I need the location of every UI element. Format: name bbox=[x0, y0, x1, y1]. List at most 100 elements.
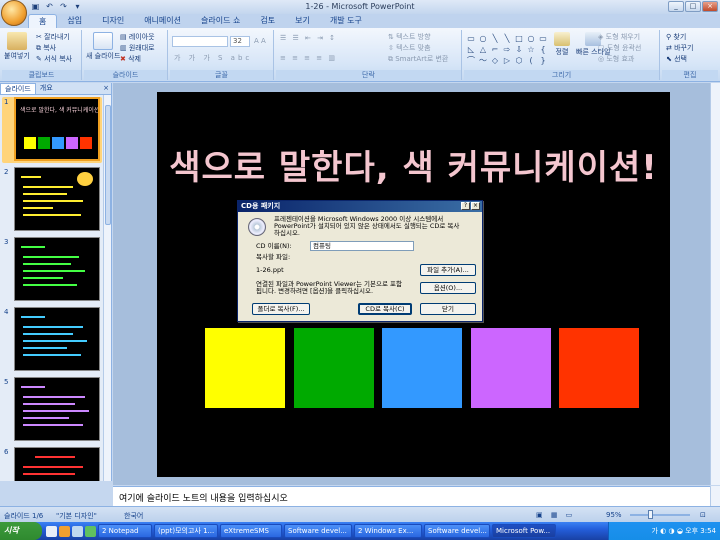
slide-thumbnail-1[interactable]: 1 색으로 말한다, 색 커뮤니케이션! bbox=[2, 97, 102, 163]
cd-name-input[interactable]: 컴퓨팅 bbox=[310, 241, 414, 251]
replace-button[interactable]: ⇄ 바꾸기 bbox=[666, 44, 693, 53]
tray-icons[interactable]: ◐ ◑ ◒ bbox=[660, 527, 685, 535]
tab-slideshow[interactable]: 슬라이드 쇼 bbox=[191, 14, 250, 28]
dialog-close-text-button[interactable]: 닫기 bbox=[420, 303, 476, 315]
browser-icon[interactable] bbox=[59, 525, 70, 537]
taskbar-item-notepad[interactable]: 2 Notepad bbox=[98, 524, 152, 538]
yellow-square[interactable] bbox=[205, 328, 285, 408]
app-icon[interactable] bbox=[85, 525, 96, 537]
find-button[interactable]: ⚲ 찾기 bbox=[666, 33, 686, 42]
reset-icon: ▥ bbox=[120, 44, 127, 52]
layout-button[interactable]: ▤ 레이아웃 bbox=[120, 33, 155, 42]
panel-close-icon[interactable]: × bbox=[103, 83, 109, 94]
notes-pane[interactable]: 여기에 슬라이드 노트의 내용을 입력하십시오 bbox=[113, 486, 710, 506]
taskbar-item-software-dev-1[interactable]: Software devel... bbox=[284, 524, 352, 538]
dialog-help-button[interactable]: ? bbox=[461, 202, 470, 210]
start-button[interactable]: 시작 bbox=[0, 522, 42, 540]
font-group: 32 A A 가 가 가 S abc 글꼴 bbox=[170, 30, 274, 80]
theme-name: "기본 디자인" bbox=[56, 512, 97, 520]
notes-scrollbar[interactable] bbox=[710, 486, 720, 506]
shape-outline-button[interactable]: ▢ 도형 윤곽선 bbox=[598, 44, 641, 53]
thumbnail-scrollbar[interactable] bbox=[103, 95, 111, 481]
red-square[interactable] bbox=[559, 328, 639, 408]
cut-button[interactable]: ✂ 잘라내기 bbox=[36, 33, 70, 42]
ime-indicator[interactable]: 가 bbox=[651, 527, 657, 535]
reset-button[interactable]: ▥ 원래대로 bbox=[120, 44, 155, 53]
slide-thumbnail-2[interactable]: 2 bbox=[2, 167, 102, 233]
arrange-icon bbox=[554, 32, 570, 46]
title-bar: ▣ ↶ ↷ ▾ 1-26 - Microsoft PowerPoint _ □ … bbox=[0, 0, 720, 14]
tab-developer[interactable]: 개발 도구 bbox=[320, 14, 372, 28]
select-button[interactable]: ⬉ 선택 bbox=[666, 55, 687, 64]
add-files-button[interactable]: 파일 추가(A)... bbox=[420, 264, 476, 276]
zoom-slider[interactable] bbox=[630, 514, 690, 516]
dialog-description-2: PowerPoint가 설치되어 있지 않은 상태에서도 실행되는 CD로 복사 bbox=[274, 222, 460, 230]
grow-font-icon[interactable]: A A bbox=[254, 37, 266, 46]
tab-review[interactable]: 검토 bbox=[250, 14, 285, 28]
tab-view[interactable]: 보기 bbox=[285, 14, 320, 28]
system-tray: 가 ◐ ◑ ◒ 오후 3:54 bbox=[608, 522, 720, 540]
paragraph-group: ☰ ☰ ⇤ ⇥ ↕ ≡ ≡ ≡ ≡ ▥ ⇅ 텍스트 방향 ⇳ 텍스트 맞춤 ⧉ … bbox=[276, 30, 462, 80]
shape-effects-button[interactable]: ◎ 도형 효과 bbox=[598, 55, 634, 64]
options-button[interactable]: 옵션(O)... bbox=[420, 282, 476, 294]
shapes-gallery[interactable]: ▭ ○ ╲ ╲ □ ○ ▭ ◺ △ ⌐ ⇨ ⇩ ☆{ ⌒ 〜 ◇ ▷ ⬡(} bbox=[466, 34, 548, 65]
dialog-note-2: 됩니다. 변경하려면 [옵션]을 클릭하십시오. bbox=[256, 287, 374, 295]
tab-animations[interactable]: 애니메이션 bbox=[134, 14, 191, 28]
paste-button[interactable]: 붙여넣기 bbox=[4, 32, 30, 61]
slide-scrollbar[interactable] bbox=[710, 83, 720, 485]
copy-button[interactable]: ⧉ 복사 bbox=[36, 44, 56, 53]
slide-thumbnail-3[interactable]: 3 bbox=[2, 237, 102, 303]
font-style-icons[interactable]: 가 가 가 S abc bbox=[174, 54, 252, 63]
slide-thumbnail-4[interactable]: 4 bbox=[2, 307, 102, 373]
smartart-button[interactable]: ⧉ SmartArt로 변환 bbox=[388, 55, 448, 64]
taskbar-item-ppt-exam[interactable]: (ppt)모의고사 1... bbox=[154, 524, 218, 538]
tab-design[interactable]: 디자인 bbox=[92, 14, 134, 28]
zoom-level[interactable]: 95% bbox=[606, 511, 622, 519]
paragraph-group-label: 단락 bbox=[276, 70, 461, 80]
copy-to-folder-button[interactable]: 폴더로 복사(F)... bbox=[252, 303, 310, 315]
purple-square[interactable] bbox=[471, 328, 551, 408]
green-square[interactable] bbox=[294, 328, 374, 408]
slide-title[interactable]: 색으로 말한다, 색 커뮤니케이션! bbox=[157, 140, 670, 189]
slides-group-label: 슬라이드 bbox=[84, 70, 167, 80]
delete-slide-button[interactable]: ✖ 삭제 bbox=[120, 55, 141, 64]
text-direction-button[interactable]: ⇅ 텍스트 방향 bbox=[388, 33, 431, 42]
slide-thumbnail-5[interactable]: 5 bbox=[2, 377, 102, 443]
tab-outline-panel[interactable]: 개요 bbox=[36, 83, 57, 94]
brush-icon: ✎ bbox=[36, 55, 42, 63]
list-icons[interactable]: ☰ ☰ ⇤ ⇥ ↕ bbox=[280, 34, 337, 43]
align-icons[interactable]: ≡ ≡ ≡ ≡ ▥ bbox=[280, 54, 337, 63]
taskbar-item-powerpoint[interactable]: Microsoft Pow... bbox=[492, 524, 556, 538]
layout-icon: ▤ bbox=[120, 33, 127, 41]
language-indicator[interactable]: 한국어 bbox=[124, 511, 143, 521]
taskbar-item-extremesms[interactable]: eXtremeSMS bbox=[220, 524, 282, 538]
tab-home[interactable]: 홈 bbox=[28, 14, 58, 28]
explorer-icon[interactable] bbox=[72, 525, 83, 537]
desktop-icon[interactable] bbox=[46, 525, 57, 537]
taskbar-item-software-dev-2[interactable]: Software devel... bbox=[424, 524, 490, 538]
tab-insert[interactable]: 삽입 bbox=[57, 14, 92, 28]
arrange-button[interactable]: 정렬 bbox=[554, 32, 570, 57]
fit-slide-icon[interactable]: ⊡ bbox=[700, 511, 706, 519]
new-slide-button[interactable]: 새 슬라이드 bbox=[86, 32, 120, 61]
zoom-slider-handle[interactable] bbox=[648, 510, 653, 519]
copy-to-cd-button[interactable]: CD로 복사(C) bbox=[358, 303, 412, 315]
font-name-box[interactable] bbox=[172, 36, 228, 47]
blue-square[interactable] bbox=[382, 328, 462, 408]
font-size-box[interactable]: 32 bbox=[230, 36, 250, 47]
taskbar-item-windows-explorer[interactable]: 2 Windows Ex... bbox=[354, 524, 422, 538]
minimize-button[interactable]: _ bbox=[668, 1, 684, 12]
file-list-item[interactable]: 1-26.ppt bbox=[256, 267, 284, 274]
maximize-button[interactable]: □ bbox=[685, 1, 701, 12]
slide-thumbnail-6[interactable]: 6 bbox=[2, 447, 102, 481]
tab-slides-panel[interactable]: 슬라이드 bbox=[0, 83, 36, 94]
view-buttons[interactable]: ▣ ▦ ▭ bbox=[536, 511, 575, 519]
shape-fill-button[interactable]: ◈ 도형 채우기 bbox=[598, 33, 640, 42]
close-button[interactable]: × bbox=[702, 1, 718, 12]
align-text-button[interactable]: ⇳ 텍스트 맞춤 bbox=[388, 44, 431, 53]
editing-group-label: 편집 bbox=[662, 70, 718, 80]
format-painter-button[interactable]: ✎ 서식 복사 bbox=[36, 55, 72, 64]
dialog-close-button[interactable]: × bbox=[471, 202, 480, 210]
office-button[interactable] bbox=[1, 0, 27, 26]
fill-icon: ◈ bbox=[598, 33, 604, 41]
